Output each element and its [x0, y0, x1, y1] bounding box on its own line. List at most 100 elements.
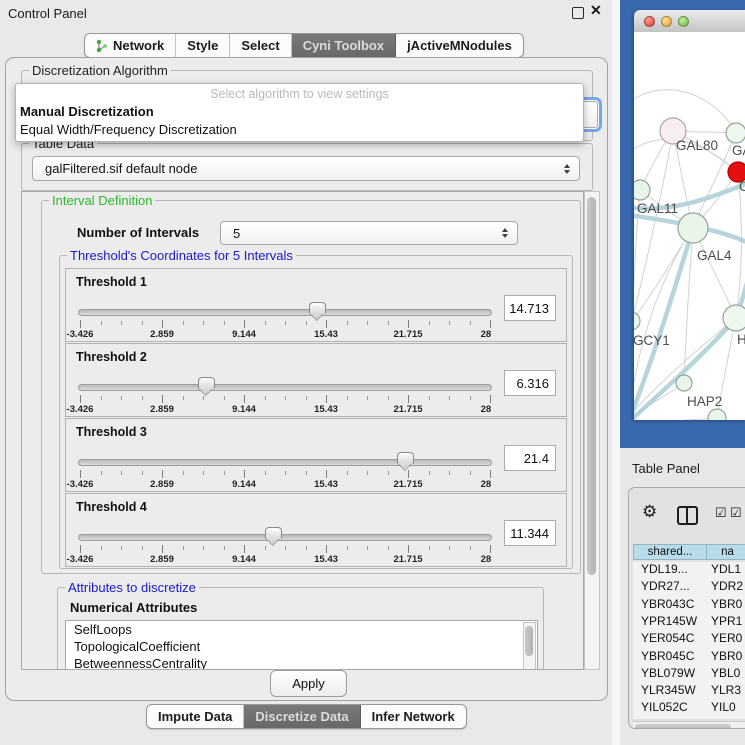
- table-data-group: Table Data galFiltered.sif default node: [21, 143, 593, 191]
- checkbox-icon[interactable]: ☑: [715, 505, 727, 521]
- number-of-intervals-value: 5: [233, 226, 240, 241]
- tab-discretize-data[interactable]: Discretize Data: [244, 705, 360, 728]
- tick-mark: [80, 395, 81, 403]
- dropdown-option-equal-width[interactable]: Equal Width/Frequency Discretization: [20, 122, 237, 137]
- node-gal11[interactable]: [634, 180, 650, 200]
- table-data-combo[interactable]: galFiltered.sif default node: [32, 156, 580, 181]
- node-hap2[interactable]: [676, 375, 692, 391]
- node-gcy1[interactable]: [634, 312, 640, 330]
- tick-mark: [121, 546, 122, 550]
- mode-tab-bar: Impute Data Discretize Data Infer Networ…: [146, 704, 467, 729]
- tab-cyni-toolbox[interactable]: Cyni Toolbox: [292, 34, 396, 57]
- tick-mark: [285, 396, 286, 400]
- threshold-3-slider[interactable]: -3.426 2.859 9.144 15.43 21.715 28: [78, 453, 492, 489]
- gear-icon[interactable]: ⚙: [642, 502, 657, 522]
- tick-mark: [265, 321, 266, 325]
- dropdown-option-manual[interactable]: Manual Discretization: [20, 104, 154, 119]
- tick-mark: [326, 470, 327, 478]
- panel-divider: [612, 0, 620, 745]
- tab-impute-data[interactable]: Impute Data: [147, 705, 244, 728]
- minimize-window-icon[interactable]: [661, 16, 672, 27]
- threshold-4-slider[interactable]: -3.426 2.859 9.144 15.43 21.715 28: [78, 528, 492, 564]
- network-desktop: GAL80 GA C GAL11 GAL4 GCY1 H HAP2: [620, 0, 745, 448]
- tick-mark: [285, 321, 286, 325]
- checkbox-icon[interactable]: ☑: [730, 505, 742, 521]
- close-panel-icon[interactable]: ✕: [590, 2, 602, 19]
- tick-mark: [244, 395, 245, 403]
- list-item[interactable]: TopologicalCoefficient: [66, 638, 537, 655]
- slider-thumb[interactable]: [198, 377, 215, 389]
- tick-mark: [408, 395, 409, 403]
- threshold-2-value-field[interactable]: 6.316: [504, 370, 556, 396]
- threshold-1-value-field[interactable]: 14.713: [504, 295, 556, 321]
- tick-mark: [490, 395, 491, 403]
- table-row[interactable]: YPR145WYPR1: [633, 614, 745, 631]
- table-row[interactable]: YBR043CYBR0: [633, 597, 745, 614]
- tick-mark: [347, 471, 348, 475]
- close-window-icon[interactable]: [644, 16, 655, 27]
- threshold-4-value-field[interactable]: 11.344: [504, 520, 556, 546]
- tick-mark: [162, 470, 163, 478]
- column-header-shared[interactable]: shared...: [633, 544, 707, 560]
- tick-mark: [306, 546, 307, 550]
- table-row[interactable]: YBL079WYBL0: [633, 666, 745, 683]
- threshold-1-slider[interactable]: -3.426 2.859 9.144 15.43 21.715 28: [78, 303, 492, 339]
- tick-mark: [470, 396, 471, 400]
- tick-mark: [80, 320, 81, 328]
- thresholds-group-label: Threshold's Coordinates for 5 Intervals: [67, 248, 296, 263]
- apply-button[interactable]: Apply: [270, 670, 347, 697]
- network-canvas[interactable]: GAL80 GA C GAL11 GAL4 GCY1 H HAP2: [634, 32, 745, 420]
- node-label: GCY1: [634, 333, 670, 348]
- node-label: GAL80: [676, 138, 718, 153]
- tick-mark: [203, 471, 204, 475]
- threshold-3-value-field[interactable]: 21.4: [504, 445, 556, 471]
- tick-mark: [265, 546, 266, 550]
- slider-thumb[interactable]: [265, 527, 282, 539]
- tab-network[interactable]: Network: [85, 34, 176, 57]
- tick-mark: [347, 321, 348, 325]
- tick-mark: [388, 321, 389, 325]
- table-row[interactable]: YLR345WYLR3: [633, 683, 745, 700]
- tick-mark: [470, 471, 471, 475]
- tick-mark: [388, 396, 389, 400]
- tick-mark: [101, 546, 102, 550]
- network-window-titlebar[interactable]: [634, 10, 745, 33]
- table-row[interactable]: YER054CYER0: [633, 631, 745, 648]
- node-gal4[interactable]: [678, 213, 708, 243]
- tick-mark: [408, 470, 409, 478]
- tick-mark: [224, 546, 225, 550]
- node-partial-right[interactable]: [723, 305, 745, 331]
- zoom-window-icon[interactable]: [678, 16, 689, 27]
- column-header-name[interactable]: na: [706, 544, 745, 560]
- slider-thumb[interactable]: [397, 452, 414, 464]
- slider-thumb[interactable]: [309, 302, 326, 314]
- node-partial-top-right[interactable]: [726, 123, 745, 143]
- table-row[interactable]: YDL19...YDL1: [633, 562, 745, 579]
- tick-mark: [490, 545, 491, 553]
- table-row[interactable]: YBR045CYBR0: [633, 649, 745, 666]
- columns-icon[interactable]: [677, 506, 698, 525]
- tick-mark: [449, 471, 450, 475]
- threshold-2-panel: Threshold 2 -3.426 2.859 9.144 15.43: [65, 343, 567, 417]
- thresholds-group: Threshold's Coordinates for 5 Intervals …: [59, 255, 573, 569]
- tick-mark: [367, 546, 368, 550]
- table-horizontal-scrollbar[interactable]: [633, 721, 745, 729]
- float-panel-icon[interactable]: [572, 7, 584, 19]
- list-scrollbar[interactable]: [523, 622, 536, 670]
- number-of-intervals-combo[interactable]: 5: [220, 221, 518, 245]
- table-row[interactable]: YDR27...YDR2: [633, 579, 745, 596]
- list-item[interactable]: SelfLoops: [66, 621, 537, 638]
- tick-mark: [449, 396, 450, 400]
- node-label: GAL4: [697, 248, 732, 263]
- tab-jactivemnodules[interactable]: jActiveMNodules: [396, 34, 523, 57]
- tab-style[interactable]: Style: [176, 34, 230, 57]
- list-item[interactable]: BetweennessCentrality: [66, 655, 537, 670]
- tab-infer-network[interactable]: Infer Network: [361, 705, 466, 728]
- node-partial-bottom[interactable]: [708, 409, 726, 420]
- tick-mark: [429, 321, 430, 325]
- tick-mark: [306, 471, 307, 475]
- tab-select[interactable]: Select: [230, 34, 291, 57]
- settings-scrollbar[interactable]: [584, 191, 600, 670]
- threshold-2-slider[interactable]: -3.426 2.859 9.144 15.43 21.715 28: [78, 378, 492, 414]
- table-row[interactable]: YIL052CYIL0: [633, 700, 745, 717]
